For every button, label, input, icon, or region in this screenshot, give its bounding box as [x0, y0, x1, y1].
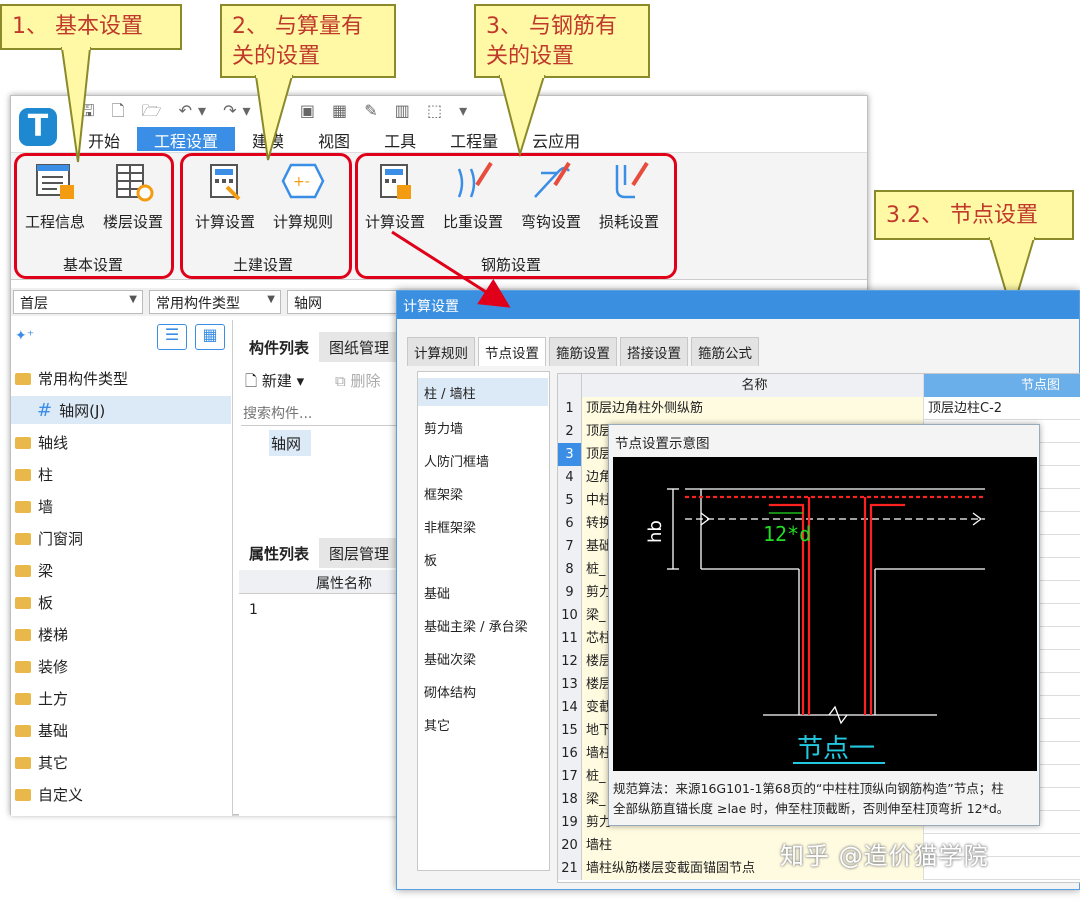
tab-stirrup-settings[interactable]: 箍筋设置	[549, 337, 617, 366]
col-node-image-header: 节点图	[924, 374, 1080, 397]
row-number: 5	[558, 489, 582, 512]
row-number: 3	[558, 443, 582, 466]
dialog-title: 计算设置	[397, 291, 1079, 319]
watermark: 知乎 @造价猫学院	[780, 842, 989, 870]
row-number: 20	[558, 834, 582, 857]
row-number: 15	[558, 719, 582, 742]
category-column[interactable]: 柱 / 墙柱	[418, 378, 548, 406]
category-other[interactable]: 其它	[424, 715, 450, 734]
dim-12d-label: 12*d	[763, 522, 811, 546]
row-number: 1	[558, 397, 582, 420]
tab-node-settings[interactable]: 节点设置	[478, 337, 546, 366]
tab-calc-rules[interactable]: 计算规则	[407, 337, 475, 366]
row-number: 2	[558, 420, 582, 443]
category-frame-beam[interactable]: 框架梁	[424, 484, 463, 503]
row-number: 8	[558, 558, 582, 581]
row-number: 12	[558, 650, 582, 673]
row-number: 11	[558, 627, 582, 650]
category-nonframe-beam[interactable]: 非框架梁	[424, 517, 476, 536]
category-slab[interactable]: 板	[424, 550, 437, 569]
category-shear-wall[interactable]: 剪力墙	[424, 418, 463, 437]
grid-header: 名称 节点图	[558, 374, 1080, 397]
category-list: 柱 / 墙柱 剪力墙 人防门框墙 框架梁 非框架梁 板 基础 基础主梁 / 承台…	[417, 371, 550, 871]
dialog-tabs: 计算规则 节点设置 箍筋设置 搭接设置 箍筋公式	[407, 337, 759, 366]
node-preview-title: 节点设置示意图	[609, 425, 1039, 455]
table-row[interactable]: 1 顶层边角柱外侧纵筋 顶层边柱C-2	[558, 397, 1080, 420]
tab-stirrup-formula[interactable]: 箍筋公式	[691, 337, 759, 366]
row-number: 14	[558, 696, 582, 719]
row-number: 17	[558, 765, 582, 788]
node-description: 规范算法：来源16G101-1第68页的“中柱柱顶纵向钢筋构造”节点；柱 全部纵…	[613, 779, 1039, 819]
category-foundation[interactable]: 基础	[424, 583, 450, 602]
row-number: 13	[558, 673, 582, 696]
row-number: 19	[558, 811, 582, 834]
category-foundation-main-beam[interactable]: 基础主梁 / 承台梁	[424, 616, 528, 635]
tab-lap-settings[interactable]: 搭接设置	[620, 337, 688, 366]
category-civil-defense-wall[interactable]: 人防门框墙	[424, 451, 489, 470]
row-number: 4	[558, 466, 582, 489]
row-name: 顶层边角柱外侧纵筋	[582, 397, 924, 420]
row-number: 9	[558, 581, 582, 604]
category-masonry[interactable]: 砌体结构	[424, 682, 476, 701]
category-foundation-secondary-beam[interactable]: 基础次梁	[424, 649, 476, 668]
node-description-line1: 规范算法：来源16G101-1第68页的“中柱柱顶纵向钢筋构造”节点；柱	[613, 781, 1004, 796]
node-caption: 节点一	[797, 734, 875, 764]
row-number: 6	[558, 512, 582, 535]
node-diagram-svg: hb 12*d 节点一	[645, 488, 985, 764]
grid-corner	[558, 374, 582, 397]
col-name-header: 名称	[582, 374, 924, 397]
row-number: 21	[558, 857, 582, 880]
node-description-line2: 全部纵筋直锚长度 ≥lae 时，伸至柱顶截断，否则伸至柱顶弯折 12*d。	[613, 801, 1010, 816]
row-node-image[interactable]: 顶层边柱C-2	[924, 397, 1080, 420]
row-number: 7	[558, 535, 582, 558]
node-preview-popup: 节点设置示意图 hb 12*d 节点一 规范算法：来源16G101-1第68页的…	[608, 424, 1040, 826]
row-number: 16	[558, 742, 582, 765]
node-diagram: hb 12*d 节点一	[613, 457, 1037, 771]
hb-label: hb	[645, 520, 666, 543]
row-number: 10	[558, 604, 582, 627]
row-number: 18	[558, 788, 582, 811]
